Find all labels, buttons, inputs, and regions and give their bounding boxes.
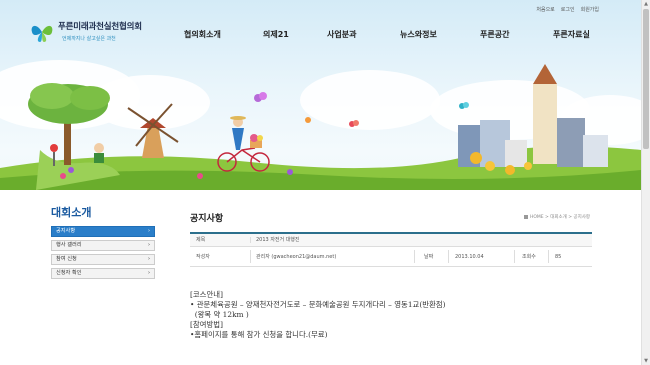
- city-buildings: [458, 64, 608, 167]
- sidebar-title: 대회소개: [51, 206, 92, 219]
- login-link[interactable]: 로그인: [561, 6, 575, 13]
- breadcrumb-text: HOME > 대회소개 > 공지사항: [529, 215, 590, 220]
- chevron-right-icon: ›: [148, 242, 150, 248]
- post-author: 관리자 (gwacheon21@daum.net): [256, 254, 337, 260]
- post-date: 2013.10.04: [455, 254, 484, 260]
- content-area: 대회소개 공지사항 › 행사 갤러리 › 참여 신청 › 신청자 확인 › 공지…: [0, 190, 641, 365]
- chevron-right-icon: ›: [148, 256, 150, 262]
- home-link[interactable]: 처음으로: [536, 6, 554, 13]
- author-label: 작성자: [196, 254, 210, 260]
- sidebar-item-label: 공지사항: [56, 228, 76, 234]
- post-line: [참여방법]: [190, 320, 223, 329]
- sidebar-item-notice[interactable]: 공지사항 ›: [51, 226, 155, 237]
- page-title: 공지사항: [190, 214, 224, 224]
- sidebar-item-label: 참여 신청: [56, 256, 77, 262]
- post-views: 85: [555, 254, 562, 260]
- nav-projects[interactable]: 사업분과: [327, 29, 356, 40]
- nav-archive[interactable]: 푸른자료실: [553, 29, 590, 40]
- post-meta-table: 제목 2013 자전거 대행진 작성자 관리자 (gwacheon21@daum…: [190, 234, 592, 267]
- sidebar-item-label: 신청자 확인: [56, 270, 82, 276]
- header-banner: 처음으로 로그인 회원가입 푸른미래과천실천협의회 언제까지나 살고싶은 과천 …: [0, 0, 641, 190]
- butterfly-icon: [305, 117, 311, 123]
- post-body: [코스안내] • 관문체육공원 – 양재천자전거도로 – 문화예술공원 두지개다…: [190, 290, 590, 340]
- post-line: • 관문체육공원 – 양재천자전거도로 – 문화예술공원 두지개다리 – 영동1…: [190, 300, 446, 309]
- post-line: (왕복 약 12km ): [190, 310, 249, 319]
- date-label: 날짜: [424, 254, 434, 260]
- breadcrumb: HOME > 대회소개 > 공지사항: [523, 214, 590, 220]
- butterfly-icon: [459, 102, 469, 109]
- nav-green-space[interactable]: 푸른공간: [480, 29, 509, 40]
- site-logo[interactable]: 푸른미래과천실천협의회 언제까지나 살고싶은 과천: [30, 20, 142, 44]
- subject-label: 제목: [196, 237, 206, 243]
- scroll-down-icon[interactable]: ▼: [643, 358, 649, 364]
- home-icon: [523, 215, 528, 219]
- butterfly-icon: [349, 120, 359, 127]
- sign-icon: [50, 144, 58, 152]
- post-subject-row: 제목 2013 자전거 대행진: [190, 234, 592, 247]
- sidebar-item-check-applicant[interactable]: 신청자 확인 ›: [51, 268, 155, 279]
- sidebar-item-gallery[interactable]: 행사 갤러리 ›: [51, 240, 155, 251]
- logo-slogan: 언제까지나 살고싶은 과천: [62, 36, 116, 42]
- butterfly-icon: [254, 92, 267, 102]
- nav-news[interactable]: 뉴스와정보: [400, 29, 437, 40]
- post-line: [코스안내]: [190, 290, 223, 299]
- signup-link[interactable]: 회원가입: [581, 6, 599, 13]
- post-info-row: 작성자 관리자 (gwacheon21@daum.net) 날짜 2013.10…: [190, 247, 592, 267]
- nav-about[interactable]: 협의회소개: [184, 29, 221, 40]
- views-label: 조회수: [522, 254, 536, 260]
- sidebar-menu: 공지사항 › 행사 갤러리 › 참여 신청 › 신청자 확인 ›: [51, 226, 155, 282]
- logo-name: 푸른미래과천실천협의회: [58, 22, 142, 32]
- post-line: •홈페이지를 통해 참가 신청을 합니다.(무료): [190, 330, 328, 339]
- nav-agenda21[interactable]: 의제21: [263, 29, 289, 40]
- scroll-up-icon[interactable]: ▲: [643, 1, 649, 7]
- child-figure: [94, 143, 104, 153]
- scroll-thumb[interactable]: [643, 9, 649, 149]
- sidebar-item-label: 행사 갤러리: [56, 242, 82, 248]
- chevron-right-icon: ›: [148, 270, 150, 276]
- sidebar-item-apply[interactable]: 참여 신청 ›: [51, 254, 155, 265]
- top-links: 처음으로 로그인 회원가입: [536, 6, 599, 13]
- vertical-scrollbar[interactable]: ▲ ▼: [641, 0, 650, 365]
- butterfly-logo-icon: [31, 25, 53, 42]
- chevron-right-icon: ›: [148, 228, 150, 234]
- post-subject: 2013 자전거 대행진: [256, 237, 300, 243]
